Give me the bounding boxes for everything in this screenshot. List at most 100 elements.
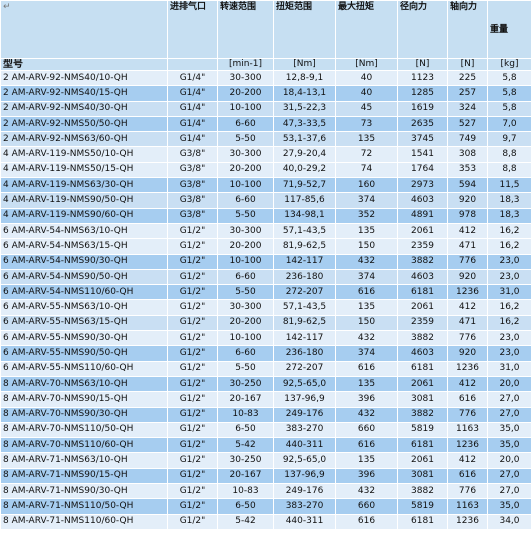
max-torque-cell: 160 xyxy=(335,177,398,194)
max-torque-cell: 352 xyxy=(335,207,398,224)
radial-cell: 3882 xyxy=(397,330,448,347)
table-row: 2 AM-ARV-92-NMS63/60-QH G1/4" 5-50 53,1-37,… xyxy=(0,131,531,148)
weight-cell: 20,0 xyxy=(487,452,531,469)
weight-cell: 23,0 xyxy=(487,330,531,347)
model-cell: 8 AM-ARV-71-NMS90/15-QH xyxy=(0,467,168,485)
torque-range-cell: 383-270 xyxy=(273,421,336,439)
table-row: 6 AM-ARV-54-NMS63/15-QH G1/2" 20-200 81,9-6… xyxy=(0,238,531,255)
model-cell: 6 AM-ARV-54-NMS90/30-QH xyxy=(0,253,168,270)
axial-cell: 1163 xyxy=(447,498,488,515)
axial-cell: 471 xyxy=(447,314,488,332)
model-cell: 6 AM-ARV-54-NMS110/60-QH xyxy=(0,284,168,301)
speed-cell: 10-100 xyxy=(217,253,274,270)
weight-cell: 8,8 xyxy=(487,146,531,163)
axial-cell: 412 xyxy=(447,299,488,316)
radial-cell: 3081 xyxy=(397,391,448,408)
torque-range-cell: 92,5-65,0 xyxy=(273,375,336,393)
max-torque-cell: 396 xyxy=(335,467,398,485)
axial-cell: 308 xyxy=(447,146,488,163)
weight-cell: 27,0 xyxy=(487,483,531,500)
max-torque-cell: 73 xyxy=(335,115,398,133)
weight-cell: 11,5 xyxy=(487,177,531,194)
radial-cell: 3882 xyxy=(397,483,448,500)
model-cell: 8 AM-ARV-70-NMS90/15-QH xyxy=(0,391,168,408)
port-cell: G1/2" xyxy=(167,452,218,469)
torque-range-cell: 92,5-65,0 xyxy=(273,452,336,469)
weight-cell: 31,0 xyxy=(487,360,531,377)
weight-cell: 20,0 xyxy=(487,375,531,393)
radial-cell: 1541 xyxy=(397,146,448,163)
axial-cell: 1236 xyxy=(447,437,488,454)
axial-cell: 776 xyxy=(447,253,488,270)
radial-cell: 2359 xyxy=(397,314,448,332)
port-cell: G1/2" xyxy=(167,330,218,347)
port-cell: G3/8" xyxy=(167,177,218,194)
model-cell: 4 AM-ARV-119-NMS50/15-QH xyxy=(0,161,168,179)
radial-cell: 6181 xyxy=(397,284,448,301)
port-cell: G1/4" xyxy=(167,100,218,117)
axial-cell: 616 xyxy=(447,467,488,485)
axial-cell: 412 xyxy=(447,222,488,240)
max-torque-cell: 40 xyxy=(335,69,398,87)
header-radial: 径向力 xyxy=(397,0,448,59)
table-row: 6 AM-ARV-54-NMS110/60-QH G1/2" 5-50 272-207… xyxy=(0,284,531,301)
port-cell: G1/2" xyxy=(167,483,218,500)
table-row: 8 AM-ARV-70-NMS63/10-QH G1/2" 30-250 92,5-6… xyxy=(0,375,531,393)
model-cell: 6 AM-ARV-55-NMS90/30-QH xyxy=(0,330,168,347)
header-model: 型号 xyxy=(0,58,168,71)
torque-range-cell: 383-270 xyxy=(273,498,336,515)
radial-cell: 3882 xyxy=(397,406,448,423)
axial-cell: 527 xyxy=(447,115,488,133)
speed-cell: 6-50 xyxy=(217,421,274,439)
unit-weight: [kg] xyxy=(487,58,531,71)
port-cell: G1/2" xyxy=(167,268,218,286)
radial-cell: 2973 xyxy=(397,177,448,194)
max-torque-cell: 45 xyxy=(335,100,398,117)
max-torque-cell: 396 xyxy=(335,391,398,408)
port-cell: G3/8" xyxy=(167,161,218,179)
model-cell: 4 AM-ARV-119-NMS90/50-QH xyxy=(0,192,168,209)
table-row: 8 AM-ARV-71-NMS63/10-QH G1/2" 30-250 92,5-6… xyxy=(0,452,531,469)
radial-cell: 2359 xyxy=(397,238,448,255)
torque-range-cell: 440-311 xyxy=(273,437,336,454)
table-row: 6 AM-ARV-55-NMS90/30-QH G1/2" 10-100 142-11… xyxy=(0,330,531,347)
table-row: 8 AM-ARV-71-NMS90/30-QH G1/2" 10-83 249-176… xyxy=(0,483,531,500)
max-torque-cell: 374 xyxy=(335,192,398,209)
model-cell: 8 AM-ARV-71-NMS90/30-QH xyxy=(0,483,168,500)
torque-range-cell: 71,9-52,7 xyxy=(273,177,336,194)
table-row: 8 AM-ARV-71-NMS110/50-QH G1/2" 6-50 383-270… xyxy=(0,498,531,515)
torque-range-cell: 53,1-37,6 xyxy=(273,131,336,148)
unit-max-torque: [Nm] xyxy=(335,58,398,71)
axial-cell: 776 xyxy=(447,483,488,500)
axial-cell: 353 xyxy=(447,161,488,179)
table-row: 4 AM-ARV-119-NMS90/60-QH G3/8" 5-50 134-98,… xyxy=(0,207,531,224)
table-row: 4 AM-ARV-119-NMS50/10-QH G3/8" 30-300 27,9-… xyxy=(0,146,531,163)
torque-range-cell: 236-180 xyxy=(273,345,336,362)
port-cell: G1/2" xyxy=(167,299,218,316)
table-row: 8 AM-ARV-71-NMS90/15-QH G1/2" 20-167 137-96… xyxy=(0,467,531,485)
model-cell: 6 AM-ARV-55-NMS110/60-QH xyxy=(0,360,168,377)
weight-cell: 5,8 xyxy=(487,69,531,87)
axial-cell: 225 xyxy=(447,69,488,87)
speed-cell: 5-50 xyxy=(217,284,274,301)
torque-range-cell: 249-176 xyxy=(273,406,336,423)
axial-cell: 1163 xyxy=(447,421,488,439)
model-cell: 2 AM-ARV-92-NMS40/10-QH xyxy=(0,69,168,87)
weight-cell: 27,0 xyxy=(487,406,531,423)
radial-cell: 5819 xyxy=(397,498,448,515)
speed-cell: 30-300 xyxy=(217,299,274,316)
radial-cell: 1123 xyxy=(397,69,448,87)
header-max-torque: 最大扭矩 xyxy=(335,0,398,59)
axial-cell: 471 xyxy=(447,238,488,255)
max-torque-cell: 74 xyxy=(335,161,398,179)
max-torque-cell: 40 xyxy=(335,85,398,102)
table-row: 4 AM-ARV-119-NMS90/50-QH G3/8" 6-60 117-85,… xyxy=(0,192,531,209)
model-cell: 6 AM-ARV-54-NMS63/15-QH xyxy=(0,238,168,255)
radial-cell: 3081 xyxy=(397,467,448,485)
model-cell: 6 AM-ARV-55-NMS90/50-QH xyxy=(0,345,168,362)
model-cell: 6 AM-ARV-55-NMS63/15-QH xyxy=(0,314,168,332)
header-port: 进排气口 xyxy=(167,0,218,59)
model-cell: 4 AM-ARV-119-NMS50/10-QH xyxy=(0,146,168,163)
weight-cell: 18,3 xyxy=(487,192,531,209)
axial-cell: 1236 xyxy=(447,284,488,301)
